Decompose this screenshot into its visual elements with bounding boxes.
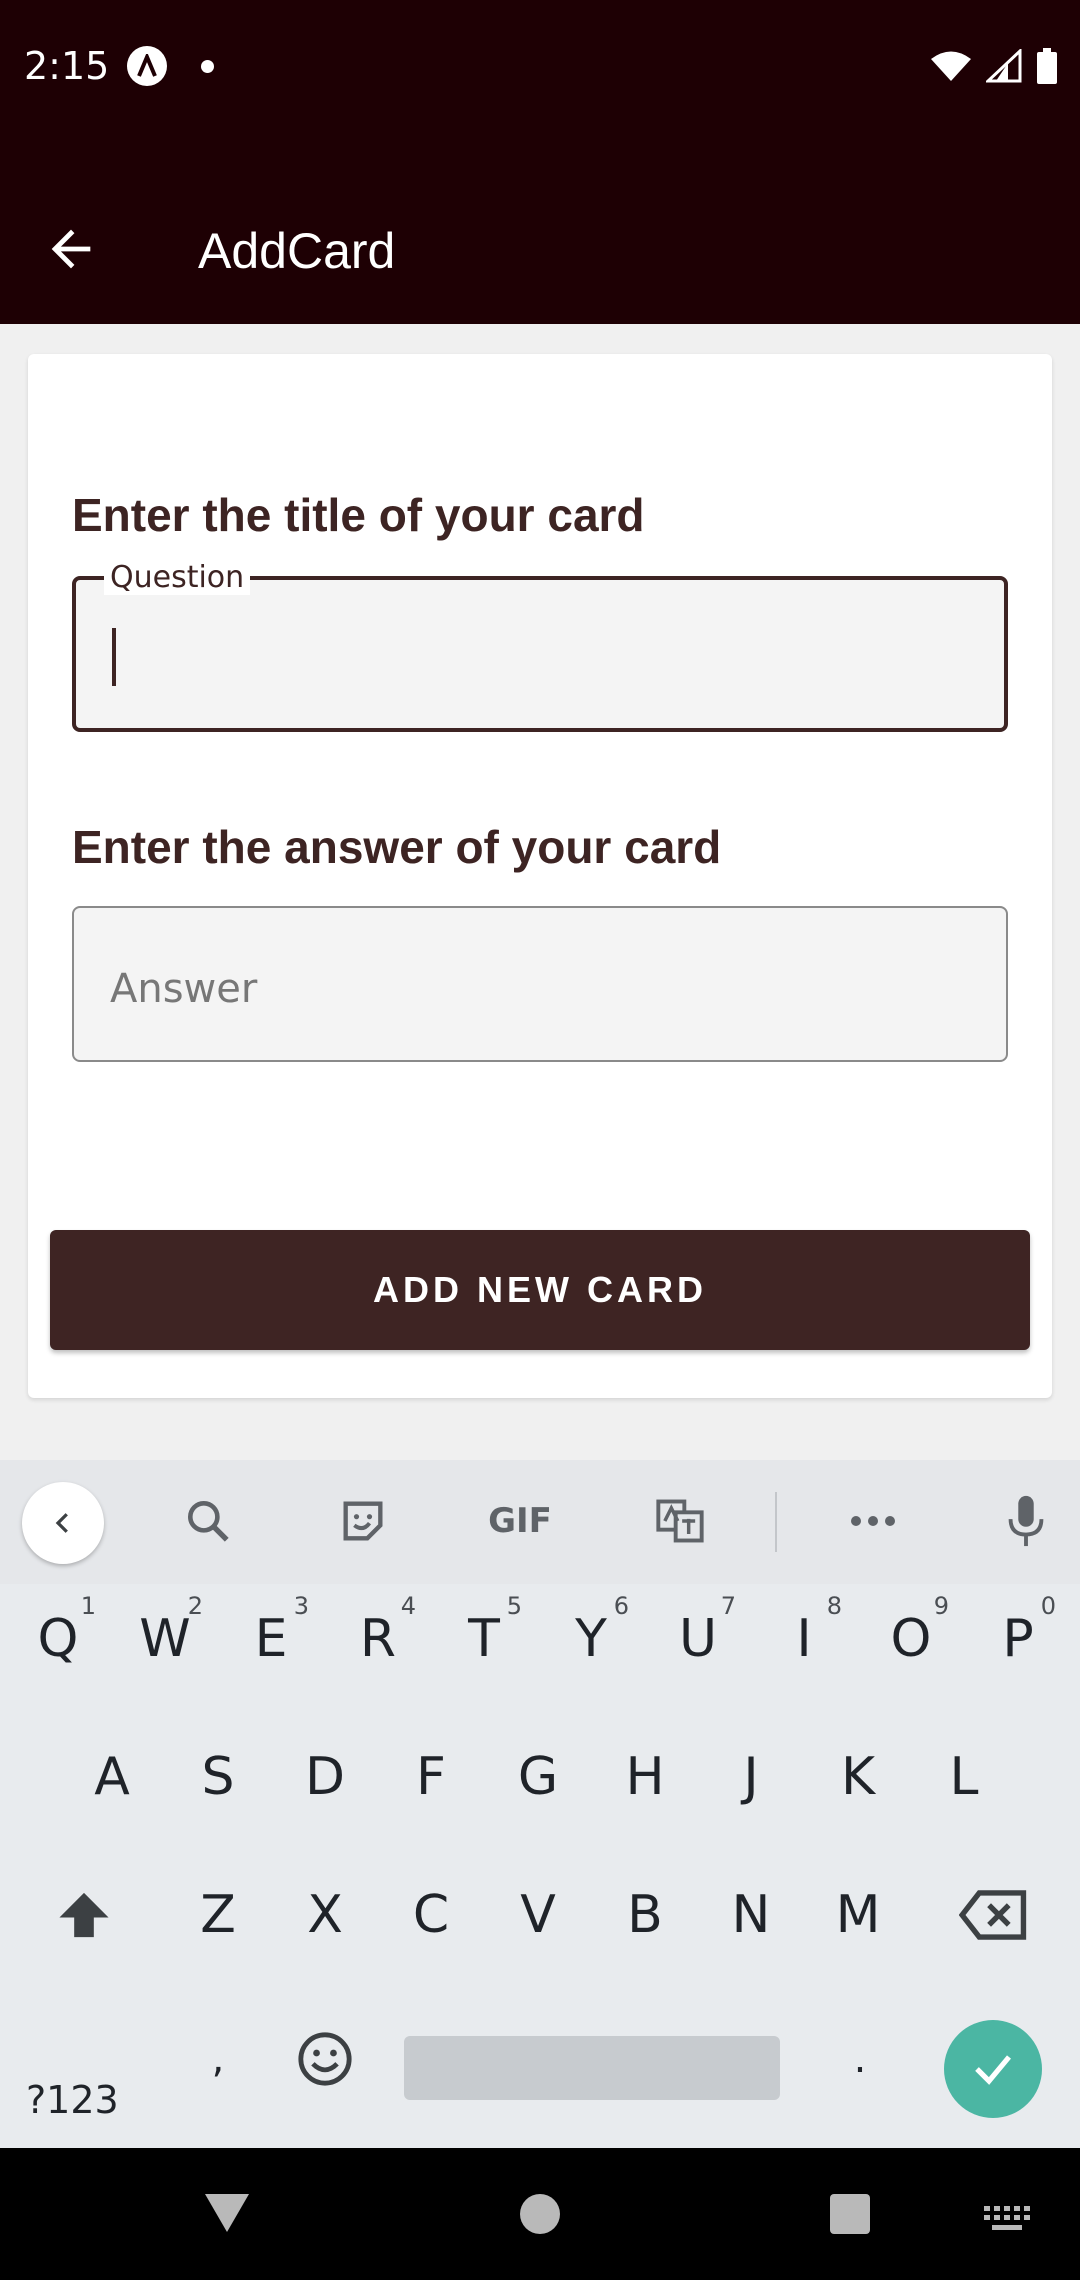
page-title: AddCard bbox=[198, 223, 396, 279]
key-label: Q bbox=[37, 1609, 79, 1669]
check-icon bbox=[975, 2055, 1011, 2085]
status-icons bbox=[930, 48, 1058, 84]
keyboard-toolbar: GIF bbox=[0, 1460, 1080, 1584]
status-bar: 2:15 bbox=[0, 0, 1080, 130]
key-z[interactable]: Z bbox=[170, 1860, 266, 1970]
symbols-key[interactable]: ?123 bbox=[26, 2078, 119, 2122]
key-d[interactable]: D bbox=[277, 1722, 373, 1832]
key-hint: 7 bbox=[720, 1592, 736, 1620]
sticker-icon bbox=[343, 1501, 383, 1541]
keyboard-gif-button[interactable]: GIF bbox=[480, 1488, 560, 1554]
question-heading: Enter the title of your card bbox=[72, 489, 645, 541]
key-a[interactable]: A bbox=[64, 1722, 160, 1832]
key-hint: 1 bbox=[80, 1592, 96, 1620]
emoji-icon bbox=[298, 2032, 352, 2086]
key-hint: 3 bbox=[293, 1592, 309, 1620]
space-key[interactable] bbox=[404, 2036, 780, 2100]
key-hint: 9 bbox=[933, 1592, 949, 1620]
wifi-icon bbox=[931, 51, 971, 81]
backspace-icon bbox=[959, 1890, 1027, 1940]
key-h[interactable]: H bbox=[597, 1722, 693, 1832]
key-w[interactable]: W2 bbox=[117, 1584, 213, 1694]
key-p[interactable]: P0 bbox=[970, 1584, 1066, 1694]
cellular-signal-icon bbox=[986, 49, 1022, 83]
shift-key[interactable] bbox=[36, 1860, 132, 1970]
keyboard-collapse-button[interactable] bbox=[22, 1482, 104, 1564]
battery-icon bbox=[1037, 48, 1057, 84]
recents-square-icon[interactable] bbox=[828, 2192, 872, 2236]
question-floating-label: Question bbox=[104, 560, 251, 595]
key-e[interactable]: E3 bbox=[223, 1584, 319, 1694]
microphone-icon bbox=[1008, 1495, 1044, 1547]
backspace-key[interactable] bbox=[946, 1860, 1042, 1970]
emoji-key[interactable] bbox=[277, 2004, 373, 2114]
keyboard-search-button[interactable] bbox=[175, 1488, 241, 1554]
key-k[interactable]: K bbox=[810, 1722, 906, 1832]
question-input[interactable]: Question bbox=[72, 560, 1008, 732]
keyboard-sticker-button[interactable] bbox=[330, 1488, 396, 1554]
answer-input[interactable]: Answer bbox=[72, 906, 1008, 1062]
comma-key[interactable]: , bbox=[170, 2004, 266, 2114]
done-key[interactable] bbox=[944, 2020, 1042, 2118]
keyboard-voice-button[interactable] bbox=[993, 1488, 1059, 1554]
key-label: Y bbox=[575, 1609, 607, 1669]
app-notification-icon bbox=[127, 46, 167, 86]
key-v[interactable]: V bbox=[490, 1860, 586, 1970]
text-cursor bbox=[112, 628, 116, 686]
key-r[interactable]: R4 bbox=[330, 1584, 426, 1694]
key-f[interactable]: F bbox=[383, 1722, 479, 1832]
translate-icon bbox=[656, 1499, 704, 1543]
status-time: 2:15 bbox=[24, 44, 110, 88]
key-hint: 8 bbox=[826, 1592, 842, 1620]
key-c[interactable]: C bbox=[383, 1860, 479, 1970]
key-x[interactable]: X bbox=[277, 1860, 373, 1970]
home-circle-icon[interactable] bbox=[518, 2192, 562, 2236]
more-horizontal-icon bbox=[851, 1516, 895, 1526]
back-arrow-icon[interactable] bbox=[42, 220, 100, 278]
key-label: R bbox=[359, 1609, 397, 1669]
key-hint: 6 bbox=[613, 1592, 629, 1620]
back-triangle-icon[interactable] bbox=[202, 2190, 252, 2236]
key-label: E bbox=[254, 1609, 288, 1669]
keyboard-more-button[interactable] bbox=[840, 1488, 906, 1554]
key-s[interactable]: S bbox=[170, 1722, 266, 1832]
system-navigation-bar bbox=[0, 2148, 1080, 2280]
keyboard: Q1 W2 E3 R4 T5 Y6 U7 I8 O9 P0 A S D F G … bbox=[0, 1584, 1080, 2148]
keyboard-switch-icon[interactable] bbox=[984, 2206, 1030, 2234]
key-label: P bbox=[1002, 1609, 1034, 1669]
chevron-left-icon bbox=[55, 1513, 68, 1533]
key-label: W bbox=[139, 1609, 191, 1669]
period-key[interactable]: . bbox=[812, 2004, 908, 2114]
toolbar-divider bbox=[775, 1492, 777, 1552]
answer-heading: Enter the answer of your card bbox=[72, 821, 722, 873]
key-b[interactable]: B bbox=[597, 1860, 693, 1970]
key-g[interactable]: G bbox=[490, 1722, 586, 1832]
key-u[interactable]: U7 bbox=[650, 1584, 746, 1694]
key-m[interactable]: M bbox=[810, 1860, 906, 1970]
key-hint: 0 bbox=[1040, 1592, 1056, 1620]
key-j[interactable]: J bbox=[703, 1722, 799, 1832]
keyboard-translate-button[interactable] bbox=[647, 1488, 713, 1554]
key-q[interactable]: Q1 bbox=[10, 1584, 106, 1694]
key-hint: 4 bbox=[400, 1592, 416, 1620]
add-card-form: Enter the title of your card Question En… bbox=[28, 354, 1052, 1398]
app-bar: AddCard bbox=[0, 130, 1080, 324]
key-hint: 5 bbox=[506, 1592, 522, 1620]
key-label: I bbox=[796, 1609, 812, 1669]
key-l[interactable]: L bbox=[916, 1722, 1012, 1832]
notification-dot-icon bbox=[201, 60, 214, 73]
key-o[interactable]: O9 bbox=[863, 1584, 959, 1694]
add-new-card-button[interactable]: ADD NEW CARD bbox=[50, 1230, 1030, 1350]
key-n[interactable]: N bbox=[703, 1860, 799, 1970]
answer-placeholder: Answer bbox=[110, 966, 258, 1012]
key-label: O bbox=[890, 1609, 932, 1669]
key-y[interactable]: Y6 bbox=[543, 1584, 639, 1694]
key-label: T bbox=[468, 1609, 500, 1669]
search-icon bbox=[188, 1501, 229, 1542]
key-t[interactable]: T5 bbox=[436, 1584, 532, 1694]
shift-icon bbox=[59, 1892, 109, 1938]
key-label: U bbox=[678, 1609, 718, 1669]
key-hint: 2 bbox=[187, 1592, 203, 1620]
key-i[interactable]: I8 bbox=[756, 1584, 852, 1694]
